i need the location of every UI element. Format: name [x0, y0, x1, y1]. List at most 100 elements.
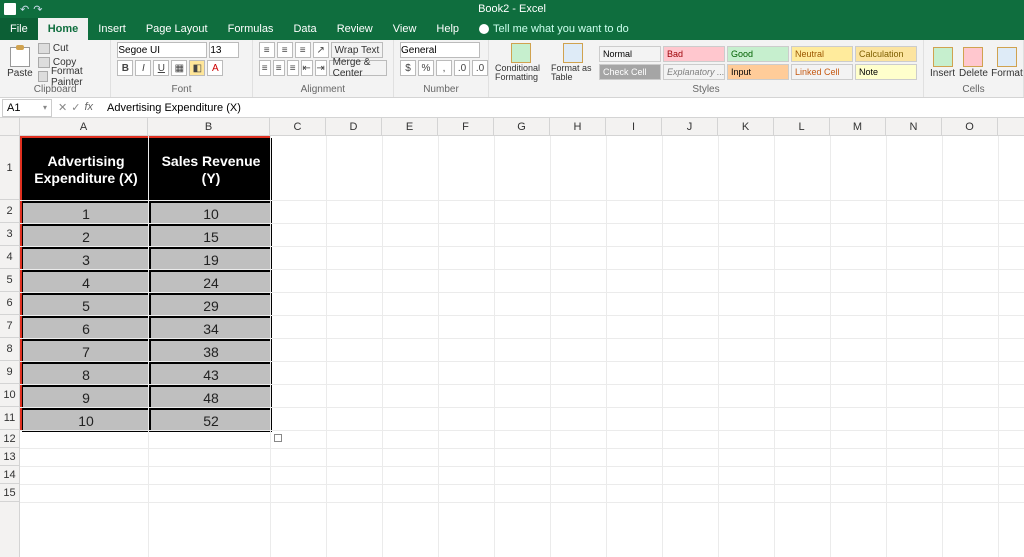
- tab-help[interactable]: Help: [426, 18, 469, 40]
- row-header-13[interactable]: 13: [0, 448, 19, 466]
- format-cells-button[interactable]: Format: [992, 47, 1022, 79]
- column-header-f[interactable]: F: [438, 118, 494, 135]
- column-header-e[interactable]: E: [382, 118, 438, 135]
- table-data-cell[interactable]: 34: [150, 317, 272, 340]
- table-data-cell[interactable]: 5: [22, 294, 150, 317]
- table-header-cell[interactable]: Sales Revenue (Y): [150, 138, 272, 202]
- align-top-button[interactable]: ≡: [259, 42, 275, 58]
- row-header-12[interactable]: 12: [0, 430, 19, 448]
- style-input[interactable]: Input: [727, 64, 789, 80]
- row-header-1[interactable]: 1: [0, 136, 19, 200]
- formula-input[interactable]: [103, 102, 1024, 114]
- delete-cells-button[interactable]: Delete: [959, 47, 988, 79]
- table-data-cell[interactable]: 10: [22, 409, 150, 432]
- style-good[interactable]: Good: [727, 46, 789, 62]
- tab-view[interactable]: View: [383, 18, 427, 40]
- font-color-button[interactable]: A: [207, 60, 223, 76]
- row-header-4[interactable]: 4: [0, 246, 19, 269]
- cell-grid[interactable]: Advertising Expenditure (X)Sales Revenue…: [20, 136, 1024, 557]
- align-middle-button[interactable]: ≡: [277, 42, 293, 58]
- column-header-d[interactable]: D: [326, 118, 382, 135]
- format-as-table-button[interactable]: Format as Table: [551, 43, 595, 82]
- column-header-l[interactable]: L: [774, 118, 830, 135]
- cancel-formula-icon[interactable]: ✕: [58, 101, 67, 114]
- worksheet-area[interactable]: ABCDEFGHIJKLMNO 123456789101112131415 Ad…: [0, 118, 1024, 557]
- underline-button[interactable]: U: [153, 60, 169, 76]
- percent-button[interactable]: %: [418, 60, 434, 76]
- font-size-input[interactable]: [209, 42, 239, 58]
- table-data-cell[interactable]: 7: [22, 340, 150, 363]
- tab-file[interactable]: File: [0, 18, 38, 40]
- row-header-2[interactable]: 2: [0, 200, 19, 223]
- row-header-9[interactable]: 9: [0, 361, 19, 384]
- tell-me-search[interactable]: Tell me what you want to do: [479, 18, 629, 40]
- table-data-cell[interactable]: 1: [22, 202, 150, 225]
- style-neutral[interactable]: Neutral: [791, 46, 853, 62]
- conditional-formatting-button[interactable]: Conditional Formatting: [495, 43, 547, 82]
- style-note[interactable]: Note: [855, 64, 917, 80]
- fill-handle-icon[interactable]: [274, 434, 282, 442]
- table-data-cell[interactable]: 29: [150, 294, 272, 317]
- currency-button[interactable]: $: [400, 60, 416, 76]
- tab-data[interactable]: Data: [283, 18, 326, 40]
- wrap-text-button[interactable]: Wrap Text: [331, 42, 384, 58]
- cut-button[interactable]: Cut: [38, 42, 104, 55]
- insert-cells-button[interactable]: Insert: [930, 47, 955, 79]
- italic-button[interactable]: I: [135, 60, 151, 76]
- style-check-cell[interactable]: Check Cell: [599, 64, 661, 80]
- table-data-cell[interactable]: 8: [22, 363, 150, 386]
- table-data-cell[interactable]: 3: [22, 248, 150, 271]
- fill-color-button[interactable]: ◧: [189, 60, 205, 76]
- table-data-cell[interactable]: 10: [150, 202, 272, 225]
- row-header-8[interactable]: 8: [0, 338, 19, 361]
- table-data-cell[interactable]: 43: [150, 363, 272, 386]
- tab-review[interactable]: Review: [327, 18, 383, 40]
- cell-styles-gallery[interactable]: Normal Bad Good Neutral Calculation Chec…: [599, 46, 917, 80]
- tab-insert[interactable]: Insert: [88, 18, 136, 40]
- align-right-button[interactable]: ≡: [287, 60, 299, 76]
- comma-button[interactable]: ,: [436, 60, 452, 76]
- table-data-cell[interactable]: 15: [150, 225, 272, 248]
- style-explanatory[interactable]: Explanatory ...: [663, 64, 725, 80]
- enter-formula-icon[interactable]: ✓: [71, 101, 80, 114]
- align-center-button[interactable]: ≡: [273, 60, 285, 76]
- bold-button[interactable]: B: [117, 60, 133, 76]
- row-header-14[interactable]: 14: [0, 466, 19, 484]
- column-header-b[interactable]: B: [148, 118, 270, 135]
- style-bad[interactable]: Bad: [663, 46, 725, 62]
- table-data-cell[interactable]: 24: [150, 271, 272, 294]
- tab-page-layout[interactable]: Page Layout: [136, 18, 218, 40]
- column-header-a[interactable]: A: [20, 118, 148, 135]
- selected-data-table[interactable]: Advertising Expenditure (X)Sales Revenue…: [20, 136, 270, 430]
- align-bottom-button[interactable]: ≡: [295, 42, 311, 58]
- style-normal[interactable]: Normal: [599, 46, 661, 62]
- indent-more-button[interactable]: ⇥: [315, 60, 327, 76]
- table-data-cell[interactable]: 48: [150, 386, 272, 409]
- column-header-k[interactable]: K: [718, 118, 774, 135]
- table-data-cell[interactable]: 52: [150, 409, 272, 432]
- tab-formulas[interactable]: Formulas: [218, 18, 284, 40]
- table-data-cell[interactable]: 4: [22, 271, 150, 294]
- indent-less-button[interactable]: ⇤: [301, 60, 313, 76]
- name-box[interactable]: A1 ▾: [2, 99, 52, 117]
- style-linked-cell[interactable]: Linked Cell: [791, 64, 853, 80]
- increase-decimal-button[interactable]: .0: [454, 60, 470, 76]
- select-all-corner[interactable]: [0, 118, 20, 136]
- paste-button[interactable]: Paste: [6, 47, 34, 79]
- column-header-n[interactable]: N: [886, 118, 942, 135]
- column-header-c[interactable]: C: [270, 118, 326, 135]
- column-header-h[interactable]: H: [550, 118, 606, 135]
- table-header-cell[interactable]: Advertising Expenditure (X): [22, 138, 150, 202]
- style-calculation[interactable]: Calculation: [855, 46, 917, 62]
- merge-center-button[interactable]: Merge & Center: [329, 60, 387, 76]
- row-header-6[interactable]: 6: [0, 292, 19, 315]
- tab-home[interactable]: Home: [38, 18, 89, 40]
- column-header-g[interactable]: G: [494, 118, 550, 135]
- font-name-input[interactable]: [117, 42, 207, 58]
- save-icon[interactable]: [4, 3, 16, 15]
- column-header-i[interactable]: I: [606, 118, 662, 135]
- decrease-decimal-button[interactable]: .0: [472, 60, 488, 76]
- undo-icon[interactable]: ↶: [20, 3, 29, 16]
- table-data-cell[interactable]: 6: [22, 317, 150, 340]
- format-painter-button[interactable]: Format Painter: [38, 70, 104, 83]
